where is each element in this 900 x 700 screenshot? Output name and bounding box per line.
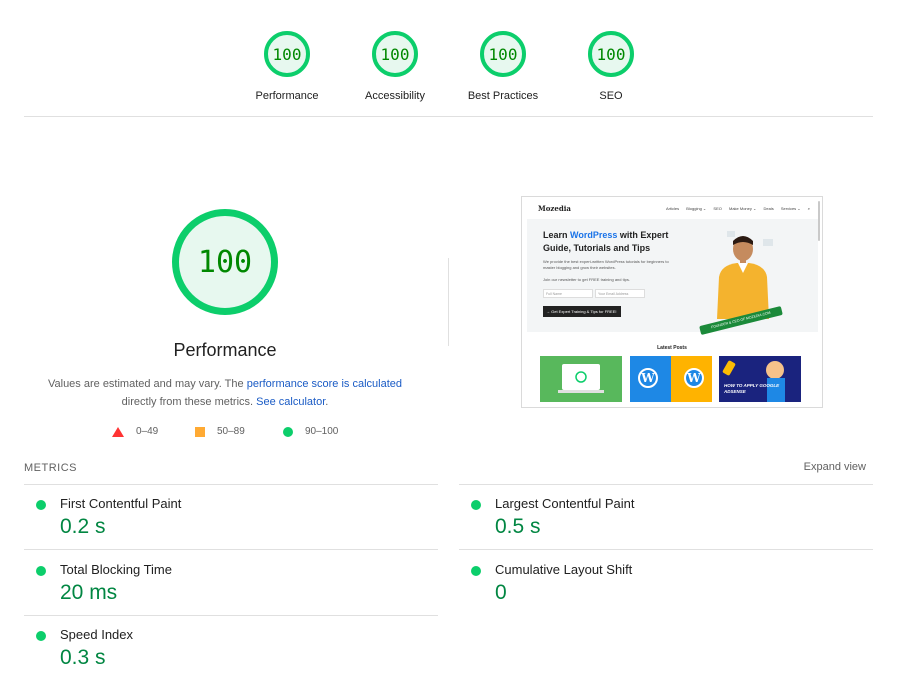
gauge-score: 100 xyxy=(264,31,310,77)
scrollbar xyxy=(818,201,820,241)
metric-divider xyxy=(24,484,438,485)
square-icon xyxy=(195,426,205,437)
metric-value: 0.5 s xyxy=(495,515,541,538)
gauge-label: Best Practices xyxy=(467,90,539,102)
nav-link: SEO xyxy=(713,206,722,211)
nav-link: Articles xyxy=(666,206,680,211)
metric-value: 20 ms xyxy=(60,581,118,604)
gauge-score: 100 xyxy=(588,31,634,77)
nav-link: Make Money ⌄ xyxy=(728,206,757,211)
gauge-label: Performance xyxy=(255,90,319,102)
pass-circle-icon xyxy=(471,566,481,576)
hero-paragraph-2: Join our newsletter to get FREE training… xyxy=(543,277,630,282)
gauge-label: SEO xyxy=(599,90,623,102)
circle-icon xyxy=(283,426,293,437)
metric-label: Speed Index xyxy=(60,627,134,642)
metric-value: 0.3 s xyxy=(60,646,106,669)
nav-link: Blogging ⌄ xyxy=(686,206,707,211)
gauge-label: Accessibility xyxy=(365,90,425,102)
post-card: HOW TO APPLY GOOGLE ADSENSE xyxy=(719,356,801,402)
nav-link: Deals xyxy=(763,206,774,211)
metric-fcp: First Contentful Paint 0.2 s xyxy=(24,486,434,550)
wordpress-icon: W xyxy=(684,368,704,388)
metrics-heading: METRICS xyxy=(24,462,77,474)
triangle-icon xyxy=(112,426,124,437)
nav-link: Services ⌄ xyxy=(780,206,801,211)
metric-label: Largest Contentful Paint xyxy=(495,496,635,511)
performance-title: Performance xyxy=(173,340,277,360)
post-card xyxy=(540,356,622,402)
metric-divider xyxy=(459,484,873,485)
metric-cls: Cumulative Layout Shift 0 xyxy=(459,552,869,616)
laptop-image xyxy=(540,356,622,402)
desc-text: . xyxy=(325,396,329,408)
wordpress-icon: W xyxy=(638,368,658,388)
gauge-score: 100 xyxy=(480,31,526,77)
hero-paragraph: We provide the best expert-written WordP… xyxy=(543,259,669,270)
legend-range: 0–49 xyxy=(136,426,159,437)
desc-text: directly from these metrics. xyxy=(121,396,257,408)
metric-divider xyxy=(24,549,438,550)
top-divider xyxy=(24,116,873,117)
pass-circle-icon xyxy=(36,500,46,510)
pass-circle-icon xyxy=(471,500,481,510)
headline-brand: WordPress xyxy=(570,230,618,240)
desc-text: Values are estimated and may vary. The xyxy=(47,378,247,390)
performance-description: Values are estimated and may vary. The p… xyxy=(40,375,410,411)
site-nav: Mozedia Articles Blogging ⌄ SEO Make Mon… xyxy=(522,197,822,219)
gauge-score: 100 xyxy=(372,31,418,77)
metric-divider xyxy=(459,549,873,550)
metric-value: 0.2 s xyxy=(60,515,106,538)
post-card: W W xyxy=(630,356,712,402)
person-image xyxy=(717,231,773,319)
latest-posts-heading: Latest Posts xyxy=(657,345,687,351)
pass-circle-icon xyxy=(36,566,46,576)
metric-tbt: Total Blocking Time 20 ms xyxy=(24,552,434,616)
hero-headline: Learn WordPress with Expert Guide, Tutor… xyxy=(543,229,693,255)
gauge-best-practices[interactable]: 100 Best Practices xyxy=(448,31,558,102)
expand-view-toggle[interactable]: Expand view xyxy=(804,461,866,473)
cta-button: → Get Expert Training & Tips for FREE! xyxy=(543,306,621,317)
gauge-accessibility[interactable]: 100 Accessibility xyxy=(340,31,450,102)
legend-fail: 0–49 xyxy=(112,426,158,437)
metric-speed-index: Speed Index 0.3 s xyxy=(24,617,434,681)
name-field: Full Name xyxy=(543,289,593,298)
vertical-divider xyxy=(448,258,449,346)
final-screenshot[interactable]: Mozedia Articles Blogging ⌄ SEO Make Mon… xyxy=(521,196,823,408)
pass-circle-icon xyxy=(36,631,46,641)
gauge-performance[interactable]: 100 Performance xyxy=(232,31,342,102)
site-nav-links: Articles Blogging ⌄ SEO Make Money ⌄ Dea… xyxy=(666,206,816,211)
legend-average: 50–89 xyxy=(195,426,245,437)
site-hero: Learn WordPress with Expert Guide, Tutor… xyxy=(527,219,818,336)
email-field: Your Email Address xyxy=(595,289,645,298)
site-logo: Mozedia xyxy=(538,204,571,213)
metric-label: Cumulative Layout Shift xyxy=(495,562,633,577)
score-legend: 0–49 50–89 90–100 xyxy=(0,426,450,440)
search-icon: ⌕ xyxy=(807,206,811,211)
see-calculator-link[interactable]: See calculator xyxy=(256,396,325,408)
metric-label: Total Blocking Time xyxy=(60,562,172,577)
gauge-seo[interactable]: 100 SEO xyxy=(556,31,666,102)
score-calculated-link[interactable]: performance score is calculated xyxy=(247,378,402,390)
metric-divider xyxy=(24,615,438,616)
card-title: HOW TO APPLY GOOGLE ADSENSE xyxy=(724,383,780,394)
metric-value: 0 xyxy=(495,581,507,604)
legend-range: 90–100 xyxy=(305,426,339,437)
metric-lcp: Largest Contentful Paint 0.5 s xyxy=(459,486,869,550)
performance-score-gauge: 100 xyxy=(172,209,278,315)
category-gauges: 100 Performance 100 Accessibility 100 Be… xyxy=(0,31,900,106)
adsense-image xyxy=(722,360,785,402)
legend-range: 50–89 xyxy=(217,426,245,437)
headline-text: Learn xyxy=(543,230,571,240)
legend-pass: 90–100 xyxy=(283,426,338,437)
metric-label: First Contentful Paint xyxy=(60,496,182,511)
